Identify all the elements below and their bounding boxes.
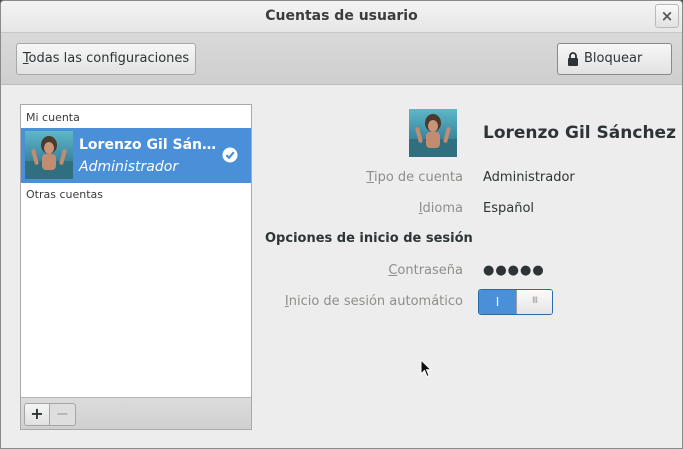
language-label-text: dioma (422, 201, 463, 216)
auto-login-switch[interactable]: I III (478, 289, 553, 315)
language-value[interactable]: Español (483, 201, 534, 216)
auto-login-label-text: nicio de sesión automático (288, 294, 463, 309)
user-accounts-window: Cuentas de usuario × Todas las configura… (0, 0, 683, 449)
all-settings-label: odas las configuraciones (28, 51, 190, 66)
accounts-list-panel: Mi cuenta Lorenzo Gil Sán… Administrador… (20, 104, 252, 430)
my-account-label: Mi cuenta (26, 111, 80, 124)
account-type-value[interactable]: Administrador (483, 170, 575, 185)
minus-icon: − (55, 404, 70, 423)
user-full-name[interactable]: Lorenzo Gil Sánchez (483, 123, 676, 143)
switch-knob[interactable]: III (516, 290, 552, 314)
check-icon (222, 147, 238, 163)
account-type-accel: T (366, 170, 374, 185)
remove-user-button[interactable]: − (50, 403, 76, 426)
account-type-label: Tipo de cuenta (366, 170, 463, 185)
auto-login-label: Inicio de sesión automático (285, 294, 463, 309)
password-label: Contraseña (388, 263, 463, 278)
close-button[interactable]: × (655, 4, 679, 28)
account-name: Lorenzo Gil Sán… (79, 137, 217, 153)
lock-button[interactable]: Bloquear (557, 43, 672, 75)
user-avatar-large[interactable] (409, 109, 457, 157)
mouse-pointer-icon (420, 359, 432, 378)
list-toolbar: + − (21, 397, 251, 429)
account-role: Administrador (79, 159, 179, 175)
login-options-heading: Opciones de inicio de sesión (265, 231, 473, 246)
account-type-label-text: ipo de cuenta (373, 170, 463, 185)
account-row-current[interactable]: Lorenzo Gil Sán… Administrador (21, 128, 251, 183)
switch-on-indicator: I (479, 290, 516, 314)
lock-icon (568, 52, 578, 66)
other-accounts-label: Otras cuentas (26, 188, 104, 201)
toolbar: Todas las configuraciones Bloquear (1, 33, 682, 85)
password-value[interactable]: ●●●●● (483, 263, 545, 278)
language-label: Idioma (419, 201, 463, 216)
titlebar[interactable]: Cuentas de usuario × (1, 1, 682, 33)
add-user-button[interactable]: + (24, 403, 50, 426)
avatar (25, 131, 73, 179)
window-title: Cuentas de usuario (265, 8, 418, 24)
password-label-text: ontraseña (397, 263, 463, 278)
close-icon: × (660, 7, 674, 25)
all-settings-button[interactable]: Todas las configuraciones (16, 43, 196, 75)
plus-icon: + (30, 404, 44, 423)
lock-label: Bloquear (584, 51, 643, 66)
